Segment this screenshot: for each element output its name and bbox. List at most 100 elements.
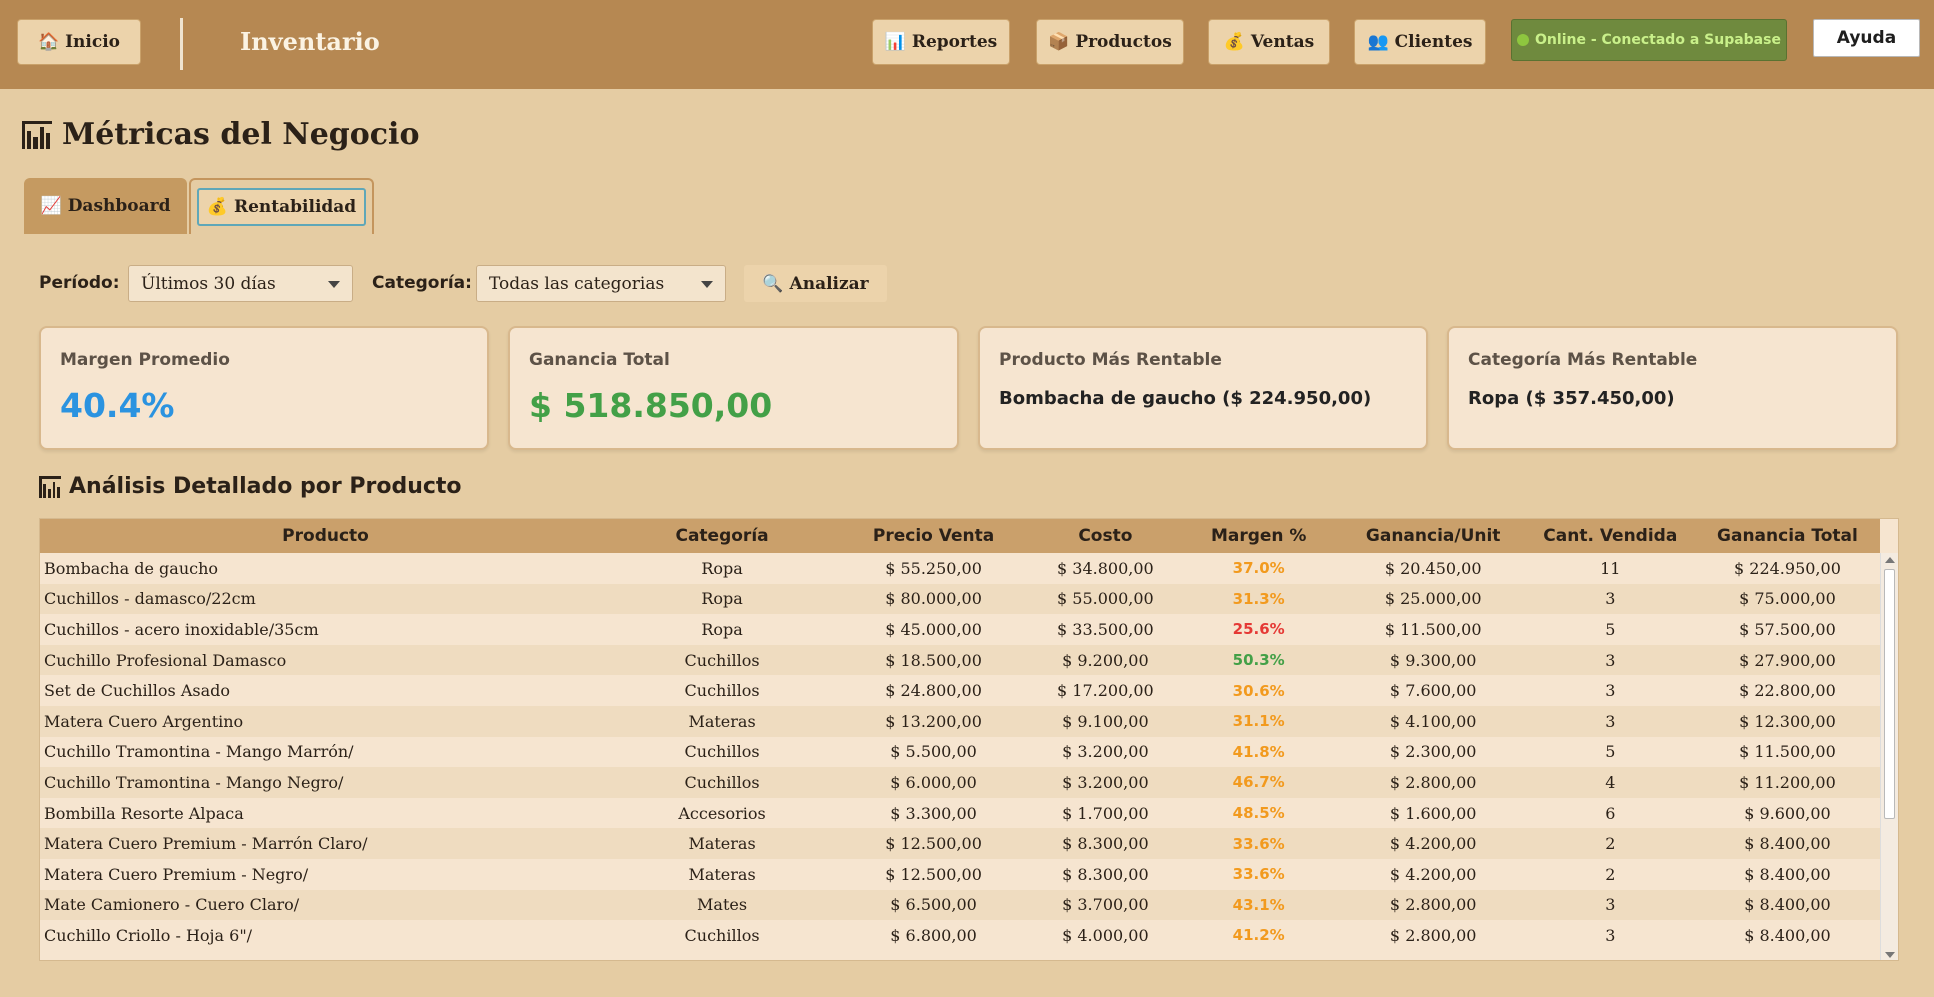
table-cell: $ 6.000,00 (890, 772, 977, 792)
scroll-down-icon[interactable] (1885, 952, 1895, 958)
table-row[interactable]: Bombilla Resorte Alpaca Accesorios $ 3.300… (40, 797, 1880, 829)
column-header[interactable]: Ganancia/Unit (1340, 519, 1526, 553)
table-cell: 3 (1605, 589, 1616, 609)
table-cell: Ropa (701, 619, 743, 639)
section-title: Análisis Detallado por Producto (39, 474, 462, 499)
table-cell: 50.3% (1232, 651, 1285, 670)
clients-button[interactable]: 👥 Clientes (1354, 19, 1486, 65)
period-select[interactable]: Últimos 30 días (128, 265, 353, 302)
card-total-profit-label: Ganancia Total (529, 350, 670, 370)
table-cell: Cuchillo Tramontina - Mango Marrón/ (44, 742, 354, 762)
table-row[interactable]: Cuchillos - acero inoxidable/35cm Ropa $ 4… (40, 614, 1880, 645)
chevron-down-icon (701, 281, 713, 288)
page-title: Métricas del Negocio (22, 117, 419, 152)
products-button[interactable]: 📦 Productos (1036, 19, 1184, 65)
table-cell: $ 25.000,00 (1384, 589, 1482, 609)
table-cell: Cuchillos - acero inoxidable/35cm (44, 619, 319, 639)
table-row[interactable]: Cuchillo Profesional Damasco Cuchillos $ 1… (40, 644, 1880, 676)
table-cell: 3 (1605, 681, 1616, 701)
table-cell: Cuchillos (684, 742, 760, 762)
table-cell: Cuchillos (684, 772, 760, 792)
table-cell: 37.0% (1232, 559, 1285, 578)
scroll-thumb[interactable] (1884, 569, 1895, 819)
column-header[interactable]: Producto (40, 519, 612, 553)
table-row[interactable]: Bombacha de gaucho Ropa $ 55.250,00 $ 34.80… (40, 553, 1880, 584)
table-cell: Matera Cuero Argentino (44, 711, 244, 731)
card-top-category: Categoría Más Rentable Ropa ($ 357.450,0… (1447, 326, 1898, 450)
table-cell: $ 8.400,00 (1744, 834, 1831, 854)
table-cell: 6 (1605, 803, 1616, 823)
category-select[interactable]: Todas las categorias (476, 265, 726, 302)
table-cell: $ 8.300,00 (1062, 834, 1149, 854)
table-cell: Cuchillo Profesional Damasco (44, 650, 287, 670)
column-header[interactable]: Cant. Vendida (1525, 519, 1695, 553)
scroll-up-icon[interactable] (1885, 557, 1895, 563)
table-cell: $ 2.800,00 (1389, 772, 1477, 792)
sales-button[interactable]: 💰 Ventas (1208, 19, 1330, 65)
table-cell: Materas (688, 711, 756, 731)
table-cell: $ 1.700,00 (1062, 803, 1149, 823)
table-cell: $ 2.300,00 (1389, 742, 1477, 762)
table-cell: Materas (688, 864, 756, 884)
table-row[interactable]: Matera Cuero Argentino Materas $ 13.200,00… (40, 705, 1880, 737)
column-header[interactable]: Precio Venta (833, 519, 1034, 553)
table-row[interactable]: Cuchillo Tramontina - Mango Marrón/Cuchi… (40, 736, 1880, 768)
status-dot-icon (1517, 34, 1530, 46)
table-cell: Cuchillo Criollo - Hoja 6"/ (44, 925, 253, 945)
home-button[interactable]: 🏠 Inicio (17, 19, 141, 65)
table-cell: Bombacha de gaucho (44, 558, 219, 578)
table-cell: $ 3.200,00 (1062, 742, 1149, 762)
table-cell: $ 80.000,00 (885, 589, 982, 609)
reports-button[interactable]: 📊 Reportes (872, 19, 1010, 65)
table-row[interactable]: Cuchillo Criollo - Hoja 6"/ Cuchillos $ 6.… (40, 920, 1880, 951)
table-cell: $ 20.450,00 (1384, 558, 1482, 578)
chevron-down-icon (328, 281, 340, 288)
table-row[interactable]: Mate Camionero - Cuero Claro/Mates $ 6.50… (40, 889, 1880, 921)
table-header-row: Producto Categoría Precio Venta Costo Ma… (40, 519, 1880, 553)
table-cell: 33.6% (1232, 834, 1285, 853)
app-title: Inventario (240, 27, 380, 56)
table-cell: Mate Camionero - Cuero Claro/ (44, 895, 300, 915)
table-cell: 31.3% (1232, 589, 1285, 608)
product-analysis-table: Producto Categoría Precio Venta Costo Ma… (39, 518, 1899, 961)
vertical-scrollbar[interactable] (1880, 553, 1898, 960)
table-cell: $ 3.700,00 (1062, 895, 1149, 915)
table-cell: $ 3.300,00 (890, 803, 977, 823)
table-row[interactable]: Cuchillos - damasco/22cm Ropa $ 80.000,00 $… (40, 583, 1880, 615)
table-cell: $ 7.600,00 (1389, 681, 1477, 701)
table-cell: 41.2% (1232, 926, 1285, 945)
tab-rentabilidad[interactable]: 💰 Rentabilidad (189, 178, 374, 234)
table-cell: Cuchillos (684, 925, 760, 945)
table-cell: Cuchillo Tramontina - Mango Negro/ (44, 772, 344, 792)
tab-dashboard[interactable]: 📈 Dashboard (24, 178, 187, 234)
table-cell: 11 (1600, 558, 1621, 578)
table-row[interactable]: Set de Cuchillos Asado Cuchillos $ 24.800,… (40, 675, 1880, 706)
help-button[interactable]: Ayuda (1813, 19, 1920, 57)
table-cell: $ 8.300,00 (1062, 864, 1149, 884)
card-top-product-label: Producto Más Rentable (999, 350, 1222, 370)
column-header[interactable]: Ganancia Total (1694, 519, 1880, 553)
money-bag-icon: 💰 (206, 197, 228, 217)
table-cell: $ 6.500,00 (890, 895, 977, 915)
column-header[interactable]: Margen % (1176, 519, 1341, 553)
table-cell: $ 2.800,00 (1389, 925, 1477, 945)
period-label: Período: (39, 273, 120, 293)
column-header[interactable]: Costo (1034, 519, 1177, 553)
table-row[interactable]: Matera Cuero Premium - Negro/Materas $ 12… (40, 858, 1880, 890)
table-cell: 4 (1605, 772, 1616, 792)
table-row[interactable]: Cuchillo Tramontina - Mango Negro/Cuchil… (40, 767, 1880, 798)
card-total-profit: Ganancia Total $ 518.850,00 (508, 326, 959, 450)
column-header[interactable]: Categoría (611, 519, 834, 553)
table-cell: Materas (688, 834, 756, 854)
table-cell: $ 11.500,00 (1384, 619, 1482, 639)
table-cell: Ropa (701, 558, 743, 578)
table-cell: $ 18.500,00 (885, 650, 982, 670)
table-row[interactable]: Matera Cuero Premium - Marrón Claro/Mate… (40, 828, 1880, 859)
table-cell: $ 1.600,00 (1389, 803, 1477, 823)
table-cell: 2 (1605, 834, 1616, 854)
table-cell: $ 55.000,00 (1057, 589, 1154, 609)
table-cell: 33.6% (1232, 865, 1285, 884)
analyze-button-label: Analizar (789, 273, 869, 294)
card-avg-margin-value: 40.4% (60, 386, 175, 425)
analyze-button[interactable]: 🔍 Analizar (744, 265, 887, 302)
